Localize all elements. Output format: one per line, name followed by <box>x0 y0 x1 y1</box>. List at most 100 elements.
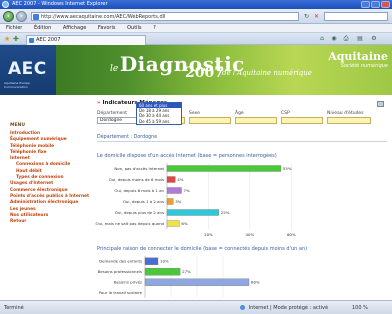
title-arrow: » <box>97 100 101 106</box>
site-banner: AEC Aquitaine Europe Communication le Di… <box>0 45 392 95</box>
globe-icon <box>240 305 245 310</box>
bar <box>166 176 176 183</box>
filter-select[interactable] <box>235 117 277 124</box>
add-favorite-icon[interactable]: ✚ <box>13 35 19 43</box>
filter-label: Département <box>97 111 127 116</box>
sidebar-item[interactable]: Administration électronique <box>10 200 90 206</box>
page-content: AEC Aquitaine Europe Communication le Di… <box>0 45 392 300</box>
filter-select[interactable] <box>327 117 371 124</box>
zoom-level[interactable]: 100 % <box>352 305 368 311</box>
category-label: Non, pas d'accès Internet <box>114 166 164 171</box>
internet-access-chart: Non, pas d'accès Internet 55% Oui, depuis … <box>96 163 296 237</box>
ie-logo-icon <box>2 1 9 8</box>
category-label: Oui, mais ne sait pas depuis quand <box>96 221 165 226</box>
category-label: Besoins professionnels <box>98 269 142 274</box>
filter-label: Sexe <box>189 111 200 116</box>
home-icon[interactable]: ⌂ <box>318 35 326 43</box>
menu-bar: Fichier Édition Affichage Favoris Outils… <box>0 24 392 33</box>
category-label: Oui, depuis moins de 6 mois <box>109 177 164 182</box>
filter-label: Âge <box>235 111 244 116</box>
filter-select[interactable] <box>281 117 323 124</box>
sidebar-item[interactable]: Retour <box>10 219 90 225</box>
category-label: Oui, depuis 6 mois à 1 an <box>114 188 164 193</box>
window-title: AEC 2007 - Windows Internet Explorer <box>12 1 108 7</box>
bar <box>166 198 174 205</box>
region-tagline: Société numérique <box>340 63 388 69</box>
favorites-star-icon[interactable]: ★ <box>4 35 10 43</box>
banner-title-prefix: le <box>110 64 119 74</box>
category-label: Demande des enfants <box>99 259 142 264</box>
maximize-button[interactable] <box>371 1 380 8</box>
menu-affichage[interactable]: Affichage <box>63 25 87 31</box>
age-dropdown-list[interactable]: 60 ans et plus De 18 à 29 ans De 30 à 44 a… <box>136 102 182 125</box>
status-bar: Terminé Internet | Mode protégé : activé… <box>0 300 392 314</box>
chart1-title: Le domicile dispose d'un accès Internet … <box>97 153 277 159</box>
filter-select[interactable]: Dordogne <box>97 117 139 124</box>
x-tick-label: 60% <box>287 232 296 237</box>
tab-page-icon <box>29 38 34 43</box>
bar <box>166 187 182 194</box>
x-tick-label: 40% <box>246 232 255 237</box>
bar <box>144 268 181 276</box>
connection-reason-chart: Demande des enfants 10% Besoins profession… <box>98 256 260 298</box>
filter-group: Niveau d'études <box>327 111 371 124</box>
forward-button[interactable]: › <box>16 11 27 22</box>
bar <box>166 209 219 216</box>
menu-outils[interactable]: Outils <box>127 25 141 31</box>
bar <box>144 278 250 286</box>
feeds-icon[interactable]: ◉ <box>330 35 338 43</box>
close-window-button[interactable] <box>381 1 390 8</box>
url-field[interactable]: http://www.aecaquitaine.com/AEC/WebRepor… <box>31 12 299 21</box>
tab-aec-2007[interactable]: AEC 2007 <box>26 35 146 45</box>
value-label: 25% <box>221 210 230 215</box>
menu-help[interactable]: ? <box>153 25 156 31</box>
value-label: 7% <box>184 188 190 193</box>
sidebar-menu: MENU Introduction Équipement numérique Tél… <box>10 123 90 225</box>
minimize-button[interactable] <box>361 1 370 8</box>
age-option[interactable]: De 45 à 59 ans <box>137 119 181 124</box>
region-logo: Aquitaine Société numérique <box>322 50 388 69</box>
filter-select[interactable] <box>189 117 231 124</box>
tools-menu-icon[interactable]: ⚙ <box>370 35 378 43</box>
sidebar-items: Introduction Équipement numérique Téléphon… <box>10 131 90 225</box>
aec-logo: AEC <box>8 59 47 79</box>
category-label: Oui, depuis 1 à 2 ans <box>123 199 164 204</box>
category-label: Pour le travail scolaire <box>99 290 143 295</box>
bar <box>144 257 159 265</box>
security-zone-text: Internet | Mode protégé : activé <box>248 305 329 311</box>
refresh-button[interactable]: ↻ <box>302 12 311 21</box>
window-titlebar: AEC 2007 - Windows Internet Explorer <box>0 0 392 9</box>
print-toolbar-icon[interactable]: ⎙ <box>342 35 350 43</box>
tab-label: AEC 2007 <box>36 37 61 43</box>
value-label: 3% <box>175 199 181 204</box>
page-menu-icon[interactable]: ▤ <box>356 35 364 43</box>
department-label: Département : Dordogne <box>97 135 387 142</box>
tab-bar: ★ ✚ AEC 2007 ⌂ ◉ ⎙ ▤ ⚙ <box>0 33 392 45</box>
security-zone[interactable]: Internet | Mode protégé : activé <box>240 305 328 311</box>
value-label: 4% <box>177 177 183 182</box>
banner-subtitle: de l'Aquitaine numérique <box>222 69 312 77</box>
filter-label: CSP <box>281 111 290 116</box>
filter-group: CSP <box>281 111 323 124</box>
status-text: Terminé <box>4 305 24 311</box>
menu-edition[interactable]: Édition <box>34 25 51 31</box>
page-icon <box>33 14 39 20</box>
category-label: Besoins privés <box>114 280 142 285</box>
back-button[interactable]: ‹ <box>3 11 14 22</box>
menu-favoris[interactable]: Favoris <box>98 25 116 31</box>
value-label: 10% <box>160 259 169 264</box>
value-label: 6% <box>181 221 187 226</box>
chart2-title: Principale raison de connecter le domici… <box>97 246 308 252</box>
value-label: 80% <box>251 280 260 285</box>
print-icon[interactable] <box>377 101 384 107</box>
filter-group: Âge <box>235 111 277 124</box>
menu-fichier[interactable]: Fichier <box>6 25 22 31</box>
value-label: 55% <box>283 166 292 171</box>
url-text: http://www.aecaquitaine.com/AEC/WebRepor… <box>41 14 166 20</box>
stop-button[interactable]: ✕ <box>312 12 321 21</box>
sidebar-title: MENU <box>10 123 25 128</box>
aec-logo-block[interactable]: AEC Aquitaine Europe Communication <box>0 45 56 95</box>
address-bar: ‹ › http://www.aecaquitaine.com/AEC/WebR… <box>0 9 392 24</box>
aec-logo-subtitle: Aquitaine Europe Communication <box>4 81 30 89</box>
search-input[interactable] <box>324 12 388 21</box>
